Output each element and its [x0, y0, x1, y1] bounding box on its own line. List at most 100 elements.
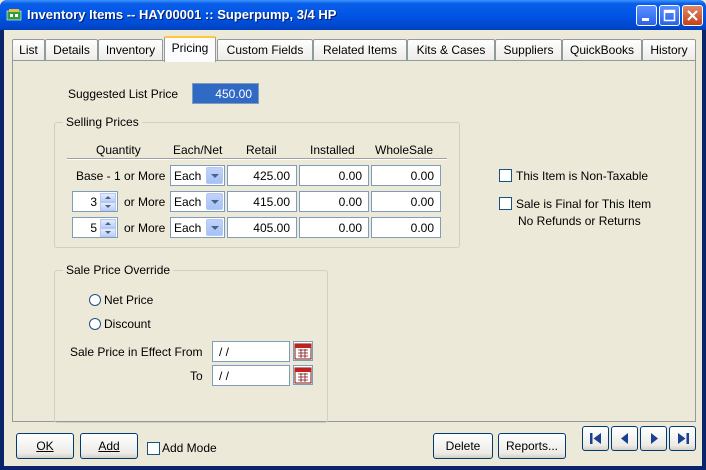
tab-pricing[interactable]: Pricing: [164, 36, 216, 62]
tab-label: History: [650, 43, 688, 57]
discount-radio[interactable]: [89, 318, 101, 330]
quantity-value: 3: [90, 195, 97, 209]
spin-down-icon[interactable]: [100, 228, 116, 237]
next-record-button[interactable]: [640, 426, 667, 451]
tab-details[interactable]: Details: [45, 39, 98, 61]
last-record-icon: [678, 433, 689, 444]
to-calendar-button[interactable]: [293, 365, 313, 385]
tab-label: List: [19, 43, 38, 57]
first-record-icon: [590, 433, 601, 444]
from-calendar-button[interactable]: [293, 341, 313, 361]
previous-record-button[interactable]: [611, 426, 638, 451]
close-button[interactable]: [682, 5, 703, 26]
first-record-button[interactable]: [582, 426, 609, 451]
wholesale-field-3[interactable]: 0.00: [371, 217, 441, 238]
base-quantity-label: Base - 1 or More: [76, 169, 166, 183]
calendar-icon: [294, 367, 312, 384]
wholesale-field-1[interactable]: 0.00: [371, 165, 441, 186]
tab-inventory[interactable]: Inventory: [98, 39, 163, 61]
suggested-list-price-field[interactable]: 450.00: [192, 83, 259, 104]
unit-value: Each: [174, 221, 202, 235]
unit-value: Each: [174, 169, 202, 183]
add-label: Add: [98, 439, 120, 453]
or-more-label: or More: [124, 221, 166, 235]
chevron-down-icon[interactable]: [206, 167, 223, 184]
header-retail: Retail: [246, 143, 277, 157]
chevron-down-icon[interactable]: [206, 193, 223, 210]
minimize-button[interactable]: [636, 5, 657, 26]
net-price-radio[interactable]: [89, 294, 101, 306]
header-installed: Installed: [310, 143, 355, 157]
spin-up-icon[interactable]: [100, 193, 116, 202]
sale-price-override-group: Sale Price Override Net Price Discount S…: [54, 263, 328, 423]
close-icon: [687, 10, 698, 21]
wholesale-field-2[interactable]: 0.00: [371, 191, 441, 212]
selling-prices-title: Selling Prices: [63, 115, 142, 129]
tab-suppliers[interactable]: Suppliers: [495, 39, 562, 61]
tab-label: Suppliers: [503, 43, 554, 57]
reports-button[interactable]: Reports...: [498, 433, 566, 459]
add-mode-label: Add Mode: [162, 441, 217, 455]
header-wholesale: WholeSale: [375, 143, 434, 157]
discount-label: Discount: [104, 317, 151, 331]
add-button[interactable]: Add: [80, 433, 138, 459]
from-date-field[interactable]: / /: [212, 341, 290, 362]
sale-final-checkbox[interactable]: [499, 197, 512, 210]
chevron-down-icon[interactable]: [206, 219, 223, 236]
tab-custom-fields[interactable]: Custom Fields: [217, 39, 313, 61]
tab-related-items[interactable]: Related Items: [313, 39, 407, 61]
tab-label: Related Items: [322, 43, 398, 57]
installed-field-2[interactable]: 0.00: [299, 191, 369, 212]
unit-combo-2[interactable]: Each: [170, 191, 225, 212]
add-mode-checkbox[interactable]: [147, 442, 160, 455]
non-taxable-checkbox[interactable]: [499, 169, 512, 182]
tab-label: Custom Fields: [226, 43, 304, 57]
window-title: Inventory Items -- HAY00001 :: Superpump…: [27, 7, 337, 22]
suggested-list-price-label: Suggested List Price: [68, 87, 179, 101]
pricing-panel: Suggested List Price 450.00 Selling Pric…: [12, 60, 696, 423]
net-price-label: Net Price: [104, 293, 154, 307]
unit-combo-3[interactable]: Each: [170, 217, 225, 238]
quantity-value: 5: [90, 221, 97, 235]
non-taxable-label: This Item is Non-Taxable: [516, 169, 649, 183]
to-label: To: [190, 369, 203, 383]
maximize-button[interactable]: [659, 5, 680, 26]
spin-up-icon[interactable]: [100, 219, 116, 228]
quantity-stepper-3[interactable]: 5: [72, 217, 118, 238]
installed-field-3[interactable]: 0.00: [299, 217, 369, 238]
or-more-label: or More: [124, 195, 166, 209]
tab-label: Kits & Cases: [416, 43, 486, 57]
tab-list[interactable]: List: [12, 39, 45, 61]
delete-button[interactable]: Delete: [433, 433, 493, 459]
maximize-icon: [663, 9, 676, 22]
header-each-net: Each/Net: [173, 143, 223, 157]
ok-label: OK: [36, 439, 54, 453]
title-bar[interactable]: Inventory Items -- HAY00001 :: Superpump…: [0, 0, 706, 30]
retail-field-3[interactable]: 405.00: [227, 217, 297, 238]
tab-label: Details: [53, 43, 90, 57]
tab-history[interactable]: History: [642, 39, 696, 61]
ok-button[interactable]: OK: [16, 433, 74, 459]
effect-from-label: Sale Price in Effect From: [70, 345, 203, 359]
selling-prices-group: Selling Prices Quantity Each/Net Retail …: [54, 115, 460, 248]
unit-combo-1[interactable]: Each: [170, 165, 225, 186]
retail-field-1[interactable]: 425.00: [227, 165, 297, 186]
spin-down-icon[interactable]: [100, 202, 116, 211]
next-record-icon: [651, 433, 658, 444]
calendar-icon: [294, 343, 312, 360]
unit-value: Each: [174, 195, 202, 209]
tab-label: Pricing: [171, 41, 209, 55]
tab-quickbooks[interactable]: QuickBooks: [562, 39, 642, 61]
quantity-stepper-2[interactable]: 3: [72, 191, 118, 212]
retail-field-2[interactable]: 415.00: [227, 191, 297, 212]
tab-label: Inventory: [105, 43, 156, 57]
no-refunds-label: No Refunds or Returns: [518, 214, 641, 228]
to-date-field[interactable]: / /: [212, 365, 290, 386]
client-area: List Details Inventory Pricing Custom Fi…: [4, 30, 702, 466]
installed-field-1[interactable]: 0.00: [299, 165, 369, 186]
app-icon: [6, 9, 22, 21]
sale-price-override-title: Sale Price Override: [63, 263, 174, 277]
header-quantity: Quantity: [96, 143, 141, 157]
tab-kits-cases[interactable]: Kits & Cases: [407, 39, 495, 61]
last-record-button[interactable]: [669, 426, 696, 451]
